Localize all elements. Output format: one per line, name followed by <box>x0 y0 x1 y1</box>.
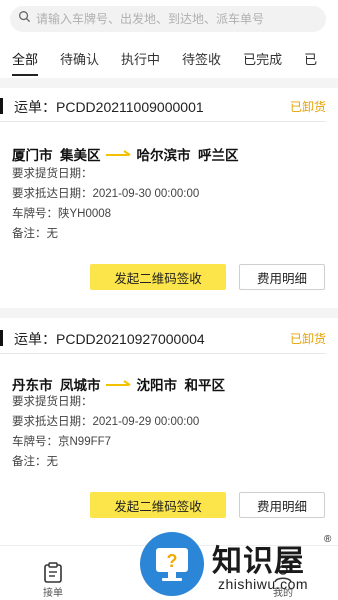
tab-pending-confirm[interactable]: 待确认 <box>48 46 99 76</box>
route-arrow-icon <box>105 150 131 156</box>
remark: 备注：无 <box>12 456 58 468</box>
tab-all[interactable]: 全部 <box>0 46 39 76</box>
route: 厦门市 集美区 哈尔滨市 呼兰区 <box>12 144 239 164</box>
pickup-date: 要求提货日期： <box>12 168 93 180</box>
search-icon <box>18 10 36 28</box>
clipboard-icon <box>44 562 62 583</box>
status-badge: 已卸货 <box>289 332 326 346</box>
from-district: 集美区 <box>60 148 101 163</box>
route: 丹东市 凤城市 沈阳市 和平区 <box>12 374 225 394</box>
header-accent-bar <box>0 98 3 114</box>
plate-number: 车牌号：京N99FF7 <box>12 436 112 448</box>
watermark: ? 知识屋 ® zhishiwu.com <box>138 530 338 600</box>
order-info: 要求提货日期： 要求抵达日期：2021-09-30 00:00:00 车牌号：陕… <box>12 164 199 244</box>
section-divider <box>0 78 338 88</box>
waybill-number: 运单：PCDD20210927000004 <box>14 331 205 347</box>
watermark-registered: ® <box>324 534 332 545</box>
section-divider <box>0 308 338 318</box>
help-monitor-icon: ? <box>156 548 188 581</box>
watermark-domain: zhishiwu.com <box>218 576 309 592</box>
search-input[interactable] <box>36 12 316 26</box>
order-card-header: 运单：PCDD20210927000004 已卸货 <box>0 322 326 354</box>
nav-orders-label: 接单 <box>43 588 63 599</box>
tab-pending-sign[interactable]: 待签收 <box>170 46 221 76</box>
order-card[interactable]: 运单：PCDD20211009000001 已卸货 厦门市 集美区 哈尔滨市 呼… <box>0 90 338 306</box>
order-info: 要求提货日期： 要求抵达日期：2021-09-29 00:00:00 车牌号：京… <box>12 392 199 472</box>
tab-in-progress[interactable]: 执行中 <box>109 46 160 76</box>
from-city: 厦门市 <box>12 148 53 163</box>
watermark-brand: 知识屋 <box>212 545 305 578</box>
qr-sign-button[interactable]: 发起二维码签收 <box>90 492 226 518</box>
nav-orders[interactable]: 接单 <box>42 562 64 599</box>
watermark-logo: ? <box>140 532 204 596</box>
from-city: 丹东市 <box>12 378 53 393</box>
fee-detail-button[interactable]: 费用明细 <box>239 264 325 290</box>
to-city: 沈阳市 <box>136 378 178 393</box>
from-district: 凤城市 <box>60 378 101 393</box>
status-tabs: 全部 待确认 执行中 待签收 已完成 已 <box>0 46 338 76</box>
to-district: 呼兰区 <box>198 148 239 163</box>
to-district: 和平区 <box>184 378 226 393</box>
remark: 备注：无 <box>12 228 58 240</box>
arrive-date: 要求抵达日期：2021-09-29 00:00:00 <box>12 416 200 428</box>
order-card-header: 运单：PCDD20211009000001 已卸货 <box>0 90 326 122</box>
tab-completed[interactable]: 已完成 <box>231 46 282 76</box>
route-arrow-icon <box>105 380 131 386</box>
header-accent-bar <box>0 330 3 346</box>
fee-detail-button[interactable]: 费用明细 <box>239 492 325 518</box>
waybill-number: 运单：PCDD20211009000001 <box>14 99 204 115</box>
pickup-date: 要求提货日期： <box>12 396 93 408</box>
qr-sign-button[interactable]: 发起二维码签收 <box>90 264 226 290</box>
tab-more[interactable]: 已 <box>292 46 317 76</box>
search-bar[interactable] <box>10 6 326 32</box>
arrive-date: 要求抵达日期：2021-09-30 00:00:00 <box>12 188 200 200</box>
to-city: 哈尔滨市 <box>136 148 191 163</box>
svg-text:?: ? <box>167 551 178 571</box>
plate-number: 车牌号：陕YH0008 <box>12 208 112 220</box>
order-card[interactable]: 运单：PCDD20210927000004 已卸货 丹东市 凤城市 沈阳市 和平… <box>0 322 338 538</box>
status-badge: 已卸货 <box>289 100 326 114</box>
